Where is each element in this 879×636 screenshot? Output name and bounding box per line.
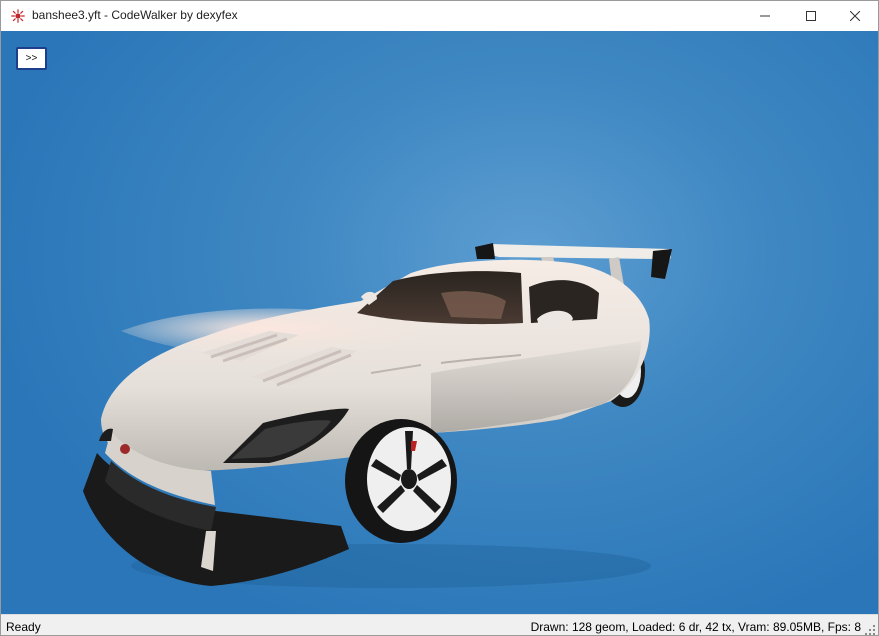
resize-grip-icon[interactable] xyxy=(865,623,876,635)
window-title: banshee3.yft - CodeWalker by dexyfex xyxy=(32,8,238,22)
status-text: Ready xyxy=(6,620,41,634)
minimize-icon xyxy=(760,11,770,21)
title-bar[interactable]: banshee3.yft - CodeWalker by dexyfex xyxy=(1,1,878,31)
app-window: banshee3.yft - CodeWalker by dexyfex >> … xyxy=(0,0,879,636)
minimize-button[interactable] xyxy=(742,1,788,31)
3d-viewport[interactable]: >> xyxy=(1,31,878,614)
status-bar: Ready Drawn: 128 geom, Loaded: 6 dr, 42 … xyxy=(1,614,878,635)
maximize-button[interactable] xyxy=(788,1,834,31)
toggle-panel-button[interactable]: >> xyxy=(16,47,47,70)
close-button[interactable] xyxy=(832,1,878,31)
car-model-render xyxy=(83,243,672,588)
render-stats: Drawn: 128 geom, Loaded: 6 dr, 42 tx, Vr… xyxy=(530,620,861,634)
codewalker-app-icon xyxy=(11,9,25,23)
maximize-icon xyxy=(806,11,816,21)
close-icon xyxy=(850,11,860,21)
